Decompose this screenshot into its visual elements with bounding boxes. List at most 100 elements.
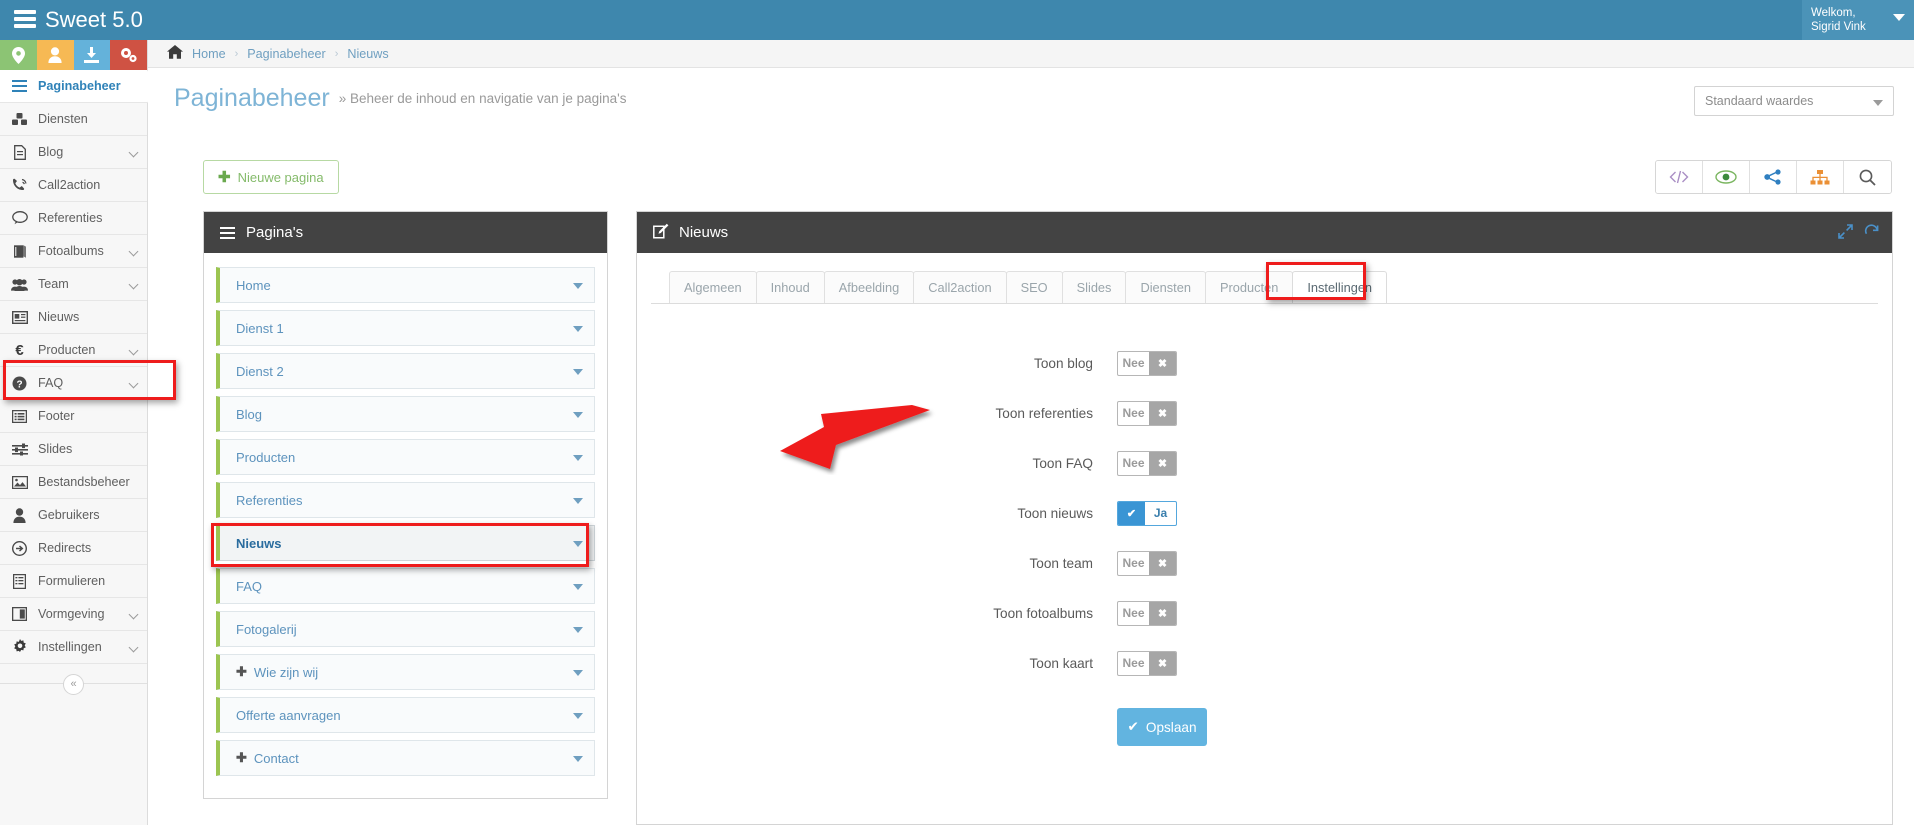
eye-icon[interactable] [1703, 161, 1750, 193]
sidebar-item-gebruikers[interactable]: Gebruikers [0, 499, 147, 532]
toon-faq-toggle[interactable]: Nee ✖ [1117, 450, 1177, 476]
tab-afbeelding[interactable]: Afbeelding [823, 271, 915, 303]
chevron-down-icon[interactable] [573, 455, 583, 461]
page-row[interactable]: Dienst 2 [216, 353, 595, 389]
chevron-down-icon[interactable] [573, 584, 583, 590]
tab-instellingen[interactable]: Instellingen [1292, 271, 1388, 303]
page-row-label: Wie zijn wij [253, 664, 319, 680]
sidebar-item-slides[interactable]: Slides [0, 433, 147, 466]
page-row[interactable]: Dienst 1 [216, 310, 595, 346]
page-row-label: FAQ [236, 578, 263, 594]
tab-slides[interactable]: Slides [1061, 271, 1127, 303]
chevron-down-icon[interactable] [573, 498, 583, 504]
tab-call2action[interactable]: Call2action [913, 271, 1007, 303]
user-menu[interactable]: Welkom, Sigrid Vink [1802, 0, 1914, 40]
tab-seo[interactable]: SEO [1005, 271, 1063, 303]
user-icon[interactable] [36, 40, 74, 70]
chevron-down-icon [1873, 100, 1883, 106]
panel-header-actions [1838, 224, 1879, 243]
chevron-down-icon[interactable] [573, 756, 583, 762]
share-icon[interactable] [1750, 161, 1797, 193]
page-row[interactable]: ✚ Contact [216, 740, 595, 776]
chevron-down-icon[interactable] [573, 670, 583, 676]
page-row[interactable]: Fotogalerij [216, 611, 595, 647]
page-row-label: Dienst 1 [236, 320, 284, 336]
breadcrumb-paginabeheer[interactable]: Paginabeheer [247, 47, 325, 61]
sitemap-icon[interactable] [1797, 161, 1844, 193]
page-row-label: Producten [236, 449, 296, 465]
save-button[interactable]: ✔ Opslaan [1117, 708, 1207, 746]
sliders-icon [11, 443, 28, 456]
tab-label: Call2action [928, 280, 992, 295]
quick-action-row [0, 40, 147, 70]
chevron-down-icon[interactable] [573, 369, 583, 375]
page-row[interactable]: FAQ [216, 568, 595, 604]
sidebar-item-instellingen[interactable]: Instellingen [0, 631, 147, 664]
code-icon[interactable] [1656, 161, 1703, 193]
toon-team-toggle[interactable]: Nee ✖ [1117, 550, 1177, 576]
close-icon: ✖ [1149, 601, 1176, 625]
breadcrumb-separator: › [234, 47, 239, 60]
chevron-down-icon[interactable] [573, 283, 583, 289]
field-label: Toon referenties [995, 405, 1093, 421]
sidebar-item-label: FAQ [38, 376, 64, 390]
preset-select[interactable]: Standaard waardes [1694, 86, 1894, 116]
sidebar-item-paginabeheer[interactable]: Paginabeheer [0, 70, 158, 103]
page-row-nieuws[interactable]: Nieuws [216, 525, 595, 561]
chevron-down-icon[interactable] [573, 326, 583, 332]
plus-icon[interactable]: ✚ [236, 750, 247, 766]
sidebar-item-footer[interactable]: Footer [0, 400, 147, 433]
expand-icon[interactable] [1838, 224, 1853, 243]
page-row[interactable]: Offerte aanvragen [216, 697, 595, 733]
sidebar-item-team[interactable]: Team [0, 268, 147, 301]
chevron-down-icon[interactable] [573, 541, 583, 547]
tab-inhoud[interactable]: Inhoud [755, 271, 825, 303]
plus-icon[interactable]: ✚ [236, 664, 247, 680]
sidebar-item-label: Blog [38, 145, 64, 159]
chevron-down-icon[interactable] [573, 412, 583, 418]
sidebar-item-nieuws[interactable]: Nieuws [0, 301, 147, 334]
search-icon[interactable] [1844, 161, 1891, 193]
phone-volume-icon [11, 178, 28, 193]
cogs-icon[interactable] [110, 40, 147, 70]
page-row[interactable]: Blog [216, 396, 595, 432]
toon-blog-toggle[interactable]: Nee ✖ [1117, 350, 1177, 376]
sidebar-item-bestandsbeheer[interactable]: Bestandsbeheer [0, 466, 147, 499]
new-page-label: Nieuwe pagina [237, 169, 324, 185]
toon-referenties-toggle[interactable]: Nee ✖ [1117, 400, 1177, 426]
page-row[interactable]: Referenties [216, 482, 595, 518]
brand[interactable]: Sweet 5.0 [14, 0, 143, 40]
top-bar: Sweet 5.0 Welkom, Sigrid Vink [0, 0, 1914, 40]
sidebar-item-vormgeving[interactable]: Vormgeving [0, 598, 147, 631]
toon-nieuws-toggle[interactable]: Ja ✔ [1117, 500, 1177, 526]
chevron-down-icon[interactable] [573, 713, 583, 719]
field-toon-team: Toon team Nee ✖ [637, 538, 1892, 588]
download-icon[interactable] [73, 40, 111, 70]
sidebar-collapse-toggle[interactable]: « [0, 664, 147, 704]
sidebar-item-formulieren[interactable]: Formulieren [0, 565, 147, 598]
breadcrumb-separator: › [334, 47, 339, 60]
map-marker-icon[interactable] [0, 40, 37, 70]
tab-producten[interactable]: Producten [1204, 271, 1294, 303]
tab-diensten[interactable]: Diensten [1125, 271, 1206, 303]
toon-kaart-toggle[interactable]: Nee ✖ [1117, 650, 1177, 676]
new-page-button[interactable]: ✚ Nieuwe pagina [203, 160, 339, 194]
breadcrumb-home[interactable]: Home [192, 47, 226, 61]
chevron-down-icon[interactable] [573, 627, 583, 633]
refresh-icon[interactable] [1864, 224, 1879, 243]
page-row[interactable]: Producten [216, 439, 595, 475]
toggle-value: Nee [1122, 606, 1145, 620]
sidebar-item-referenties[interactable]: Referenties [0, 202, 147, 235]
sidebar-item-diensten[interactable]: Diensten [0, 103, 147, 136]
sidebar-item-call2action[interactable]: Call2action [0, 169, 147, 202]
sidebar-item-label: Footer [38, 409, 75, 423]
tab-algemeen[interactable]: Algemeen [669, 271, 757, 303]
sidebar-item-redirects[interactable]: Redirects [0, 532, 147, 565]
sidebar-item-faq[interactable]: ? FAQ [0, 367, 147, 400]
sidebar-item-producten[interactable]: € Producten [0, 334, 147, 367]
sidebar-item-blog[interactable]: Blog [0, 136, 147, 169]
toon-fotoalbums-toggle[interactable]: Nee ✖ [1117, 600, 1177, 626]
sidebar-item-fotoalbums[interactable]: Fotoalbums [0, 235, 147, 268]
page-row[interactable]: Home [216, 267, 595, 303]
page-row[interactable]: ✚ Wie zijn wij [216, 654, 595, 690]
